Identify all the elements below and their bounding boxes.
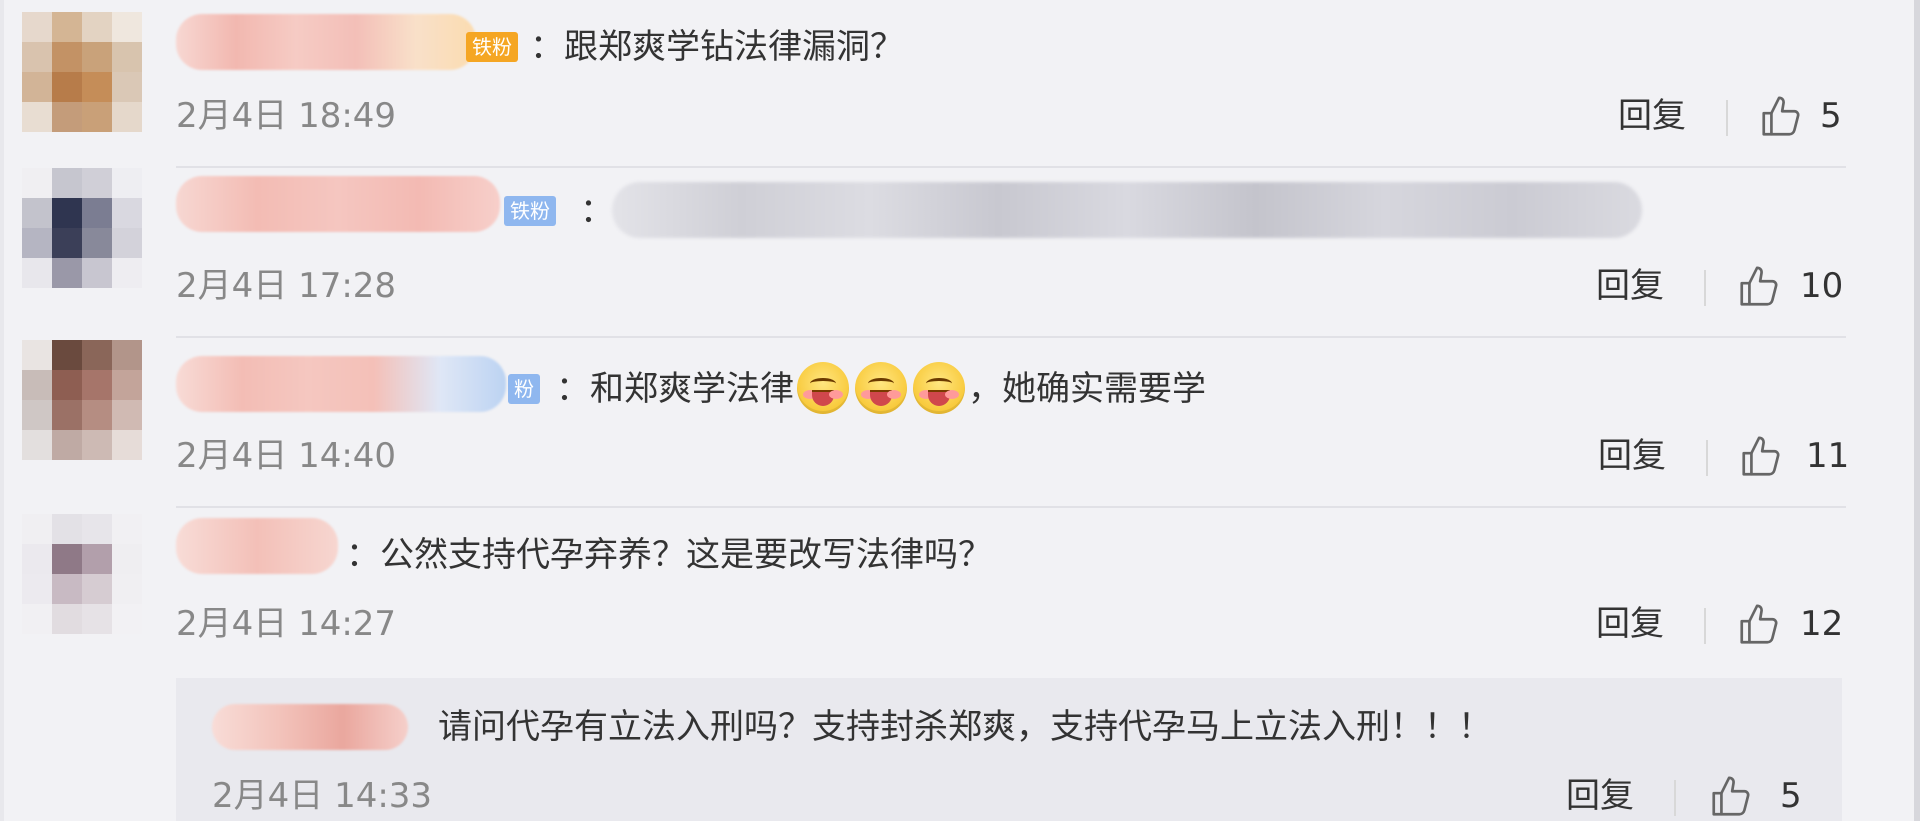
- comment-item: 铁粉 ： 2月4日 17:28 回复 10: [0, 168, 1860, 338]
- username-blurred[interactable]: [176, 356, 506, 412]
- grinning-face-emoji: [855, 361, 907, 414]
- comment-text: ：跟郑爽学钻法律漏洞？: [530, 27, 904, 67]
- like-count: 12: [1800, 604, 1844, 644]
- comment-text: ：: [580, 191, 614, 231]
- comment-item: 铁粉 ：跟郑爽学钻法律漏洞？ 2月4日 18:49 回复 5: [0, 0, 1860, 168]
- reply-text: 请问代孕有立法入刑吗？支持封杀郑爽，支持代孕马上立法入刑！！！: [438, 707, 1492, 747]
- action-separator: [1726, 100, 1728, 136]
- reply-button[interactable]: 回复: [1596, 264, 1664, 308]
- avatar[interactable]: [22, 340, 142, 460]
- comment-time: 2月4日 18:49: [176, 96, 397, 136]
- comment-text-blurred: [612, 182, 1642, 238]
- thumbs-up-icon[interactable]: [1708, 774, 1754, 820]
- reply-button[interactable]: 回复: [1596, 602, 1664, 646]
- avatar[interactable]: [22, 12, 142, 132]
- scrollbar-track[interactable]: [1914, 0, 1920, 821]
- action-separator: [1674, 780, 1676, 816]
- thumbs-up-icon[interactable]: [1738, 434, 1784, 480]
- comment-text: ：公然支持代孕弃养？这是要改写法律吗？: [346, 535, 992, 575]
- username-blurred[interactable]: [176, 14, 476, 70]
- reply-time: 2月4日 14:33: [212, 776, 433, 816]
- fan-badge: 铁粉: [504, 196, 556, 226]
- grinning-face-emoji: [913, 361, 965, 414]
- reply-button[interactable]: 回复: [1618, 94, 1686, 138]
- reply-button[interactable]: 回复: [1598, 434, 1666, 478]
- action-separator: [1706, 440, 1708, 476]
- comment-text: ：和郑爽学法律 ，她确实需要学: [556, 361, 1206, 414]
- comment-item: ：公然支持代孕弃养？这是要改写法律吗？ 2月4日 14:27 回复 12: [0, 508, 1860, 678]
- username-blurred[interactable]: [176, 176, 500, 232]
- thumbs-up-icon[interactable]: [1736, 602, 1782, 648]
- action-separator: [1704, 270, 1706, 306]
- like-count: 10: [1800, 266, 1844, 306]
- like-count: 5: [1820, 96, 1842, 136]
- comment-item: 粉 ：和郑爽学法律 ，她确实需要学 2月4日 14:40 回复 11: [0, 338, 1860, 508]
- sub-reply-box: 请问代孕有立法入刑吗？支持封杀郑爽，支持代孕马上立法入刑！！！ 2月4日 14:…: [176, 678, 1842, 821]
- comment-time: 2月4日 14:27: [176, 604, 397, 644]
- reply-button[interactable]: 回复: [1566, 774, 1634, 818]
- like-count: 11: [1806, 436, 1850, 476]
- avatar[interactable]: [22, 168, 142, 288]
- fan-badge: 铁粉: [466, 32, 518, 62]
- fan-badge: 粉: [508, 374, 540, 404]
- comment-time: 2月4日 14:40: [176, 436, 397, 476]
- thumbs-up-icon[interactable]: [1736, 264, 1782, 310]
- like-count: 5: [1780, 776, 1802, 816]
- comment-time: 2月4日 17:28: [176, 266, 397, 306]
- username-blurred[interactable]: [212, 704, 408, 750]
- action-separator: [1704, 608, 1706, 644]
- thumbs-up-icon[interactable]: [1758, 94, 1804, 140]
- grinning-face-emoji: [797, 361, 849, 414]
- username-blurred[interactable]: [176, 518, 338, 574]
- avatar[interactable]: [22, 514, 142, 634]
